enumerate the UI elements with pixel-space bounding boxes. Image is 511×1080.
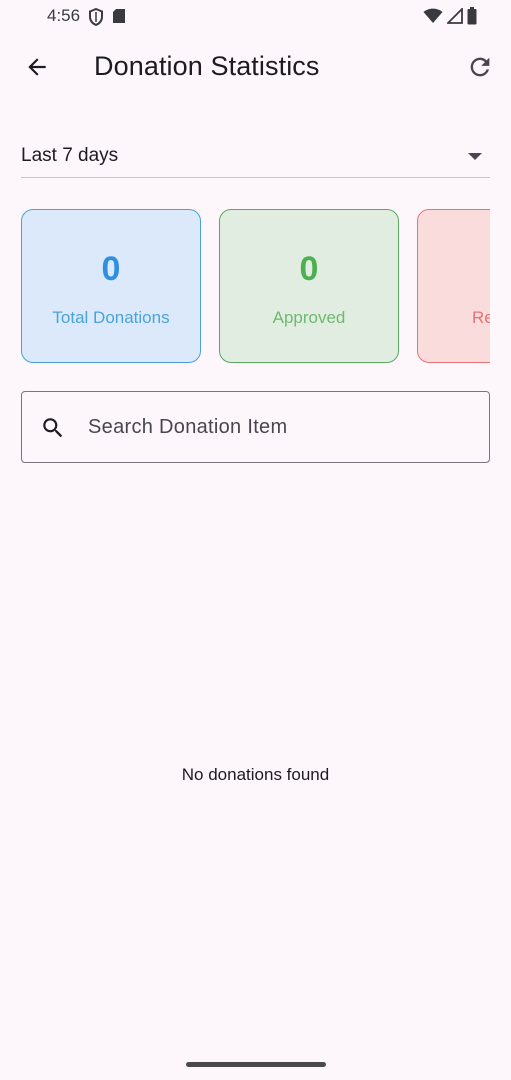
status-right-icons — [423, 6, 477, 30]
status-bar: 4:56 — [0, 0, 511, 34]
period-dropdown[interactable]: Last 7 days — [21, 135, 490, 178]
sd-card-icon — [112, 8, 126, 31]
status-left-icons — [88, 7, 126, 31]
empty-state-message: No donations found — [181, 765, 330, 784]
stat-card-approved[interactable]: 0 Approved — [219, 209, 399, 363]
app-bar: Donation Statistics — [0, 40, 511, 96]
period-selected-value: Last 7 days — [21, 145, 119, 166]
signal-icon — [445, 6, 463, 29]
search-icon — [40, 415, 66, 441]
stat-label: Total Donations — [52, 308, 170, 327]
gesture-nav-handle[interactable] — [186, 1062, 326, 1067]
wifi-icon — [423, 8, 443, 29]
page-title: Donation Statistics — [94, 51, 320, 81]
search-input[interactable] — [88, 412, 468, 442]
stat-label: Approved — [272, 308, 346, 327]
stats-carousel[interactable]: 0 Total Donations 0 Approved Re — [21, 209, 490, 365]
battery-icon — [467, 7, 477, 30]
refresh-icon — [466, 53, 494, 86]
app-screen: 4:56 Donation Statistics Last 7 days 0 T… — [0, 0, 511, 1080]
arrow-back-icon — [24, 54, 50, 85]
stat-card-rejected[interactable]: Re — [417, 209, 490, 363]
dropdown-arrow-icon — [468, 153, 482, 160]
back-button[interactable] — [20, 52, 54, 86]
search-field[interactable] — [21, 391, 490, 463]
stat-label: Re — [472, 308, 490, 327]
stat-card-total-donations[interactable]: 0 Total Donations — [21, 209, 201, 363]
stat-value: 0 — [101, 250, 121, 288]
shield-icon — [88, 7, 104, 31]
refresh-button[interactable] — [463, 52, 497, 86]
status-time: 4:56 — [47, 6, 81, 25]
stat-value: 0 — [299, 250, 319, 288]
